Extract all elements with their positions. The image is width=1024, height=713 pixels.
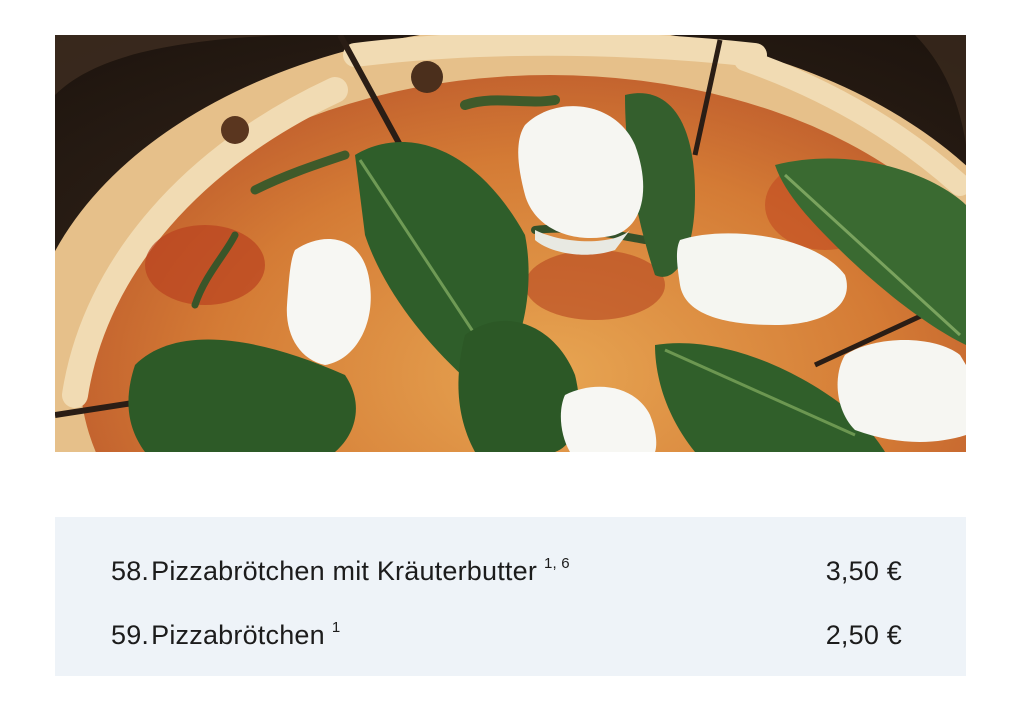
menu-item: 58. Pizzabrötchen mit Kräuterbutter 1, 6… [111,551,902,591]
pizza-photo [55,35,966,452]
menu-item-name-group: 59. Pizzabrötchen 1 [111,618,341,651]
menu-item: 59. Pizzabrötchen 1 2,50 € [111,615,902,655]
menu-item-name: Pizzabrötchen mit Kräuterbutter [151,555,538,586]
allergen-note: 1, 6 [544,554,570,572]
menu-item-name-group: 58. Pizzabrötchen mit Kräuterbutter 1, 6 [111,554,570,587]
menu-item-price: 2,50 € [825,619,902,650]
menu-item-number: 59. [111,619,150,650]
menu-panel: 58. Pizzabrötchen mit Kräuterbutter 1, 6… [55,517,966,676]
menu-item-number: 58. [111,555,150,586]
menu-item-price: 3,50 € [825,555,902,586]
menu-item-name: Pizzabrötchen [151,619,325,650]
allergen-note: 1 [331,618,341,636]
